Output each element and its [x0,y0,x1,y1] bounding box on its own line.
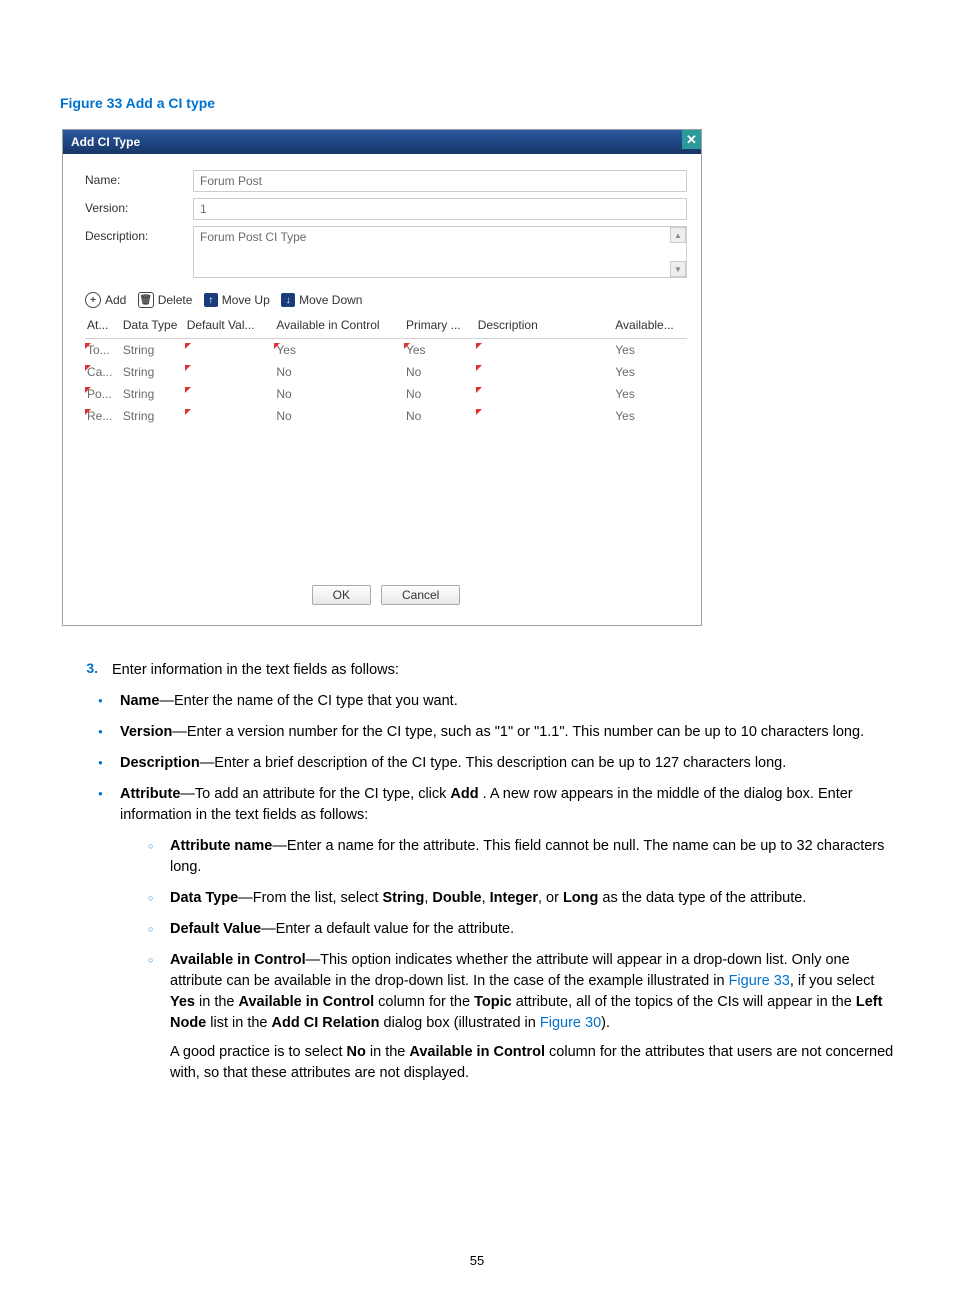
step-text: Enter information in the text fields as … [112,660,894,681]
attribute-toolbar: + Add 🗑 Delete ↑ Move Up ↓ Move Down [85,292,687,308]
description-value: Forum Post CI Type [200,230,306,244]
grid-header: At... Data Type Default Val... Available… [85,312,687,339]
cell[interactable] [185,343,275,357]
add-button[interactable]: Add [105,293,126,307]
col-attname[interactable]: At... [85,318,121,332]
scroll-up-icon[interactable]: ▲ [670,227,686,243]
cell[interactable] [476,343,614,357]
cell[interactable]: Yes [613,409,687,423]
movedown-icon[interactable]: ↓ [281,293,295,307]
bullet-description: Description—Enter a brief description of… [98,753,894,774]
sub-defaultvalue: Default Value—Enter a default value for … [148,919,894,940]
cell[interactable]: Yes [274,343,404,357]
cell[interactable] [185,365,275,379]
moveup-button[interactable]: Move Up [222,293,270,307]
figure-caption: Figure 33 Add a CI type [60,95,894,111]
figure-33-link[interactable]: Figure 33 [729,973,790,989]
ok-button[interactable]: OK [312,585,371,605]
name-label: Name: [85,170,193,187]
cell[interactable]: No [404,365,476,379]
cell[interactable] [185,409,275,423]
cell[interactable]: To... [85,343,121,357]
cell[interactable]: Yes [613,387,687,401]
col-avail-control[interactable]: Available in Control [274,318,404,332]
description-label: Description: [85,226,193,243]
bullet-name: Name—Enter the name of the CI type that … [98,691,894,712]
table-row[interactable]: Ca... String No No Yes [85,361,687,383]
cancel-button[interactable]: Cancel [381,585,460,605]
step-number: 3. [60,660,112,681]
col-primary[interactable]: Primary ... [404,318,476,332]
delete-icon[interactable]: 🗑 [138,292,154,308]
version-label: Version: [85,198,193,215]
close-icon[interactable]: ✕ [682,130,701,149]
col-available[interactable]: Available... [613,318,687,332]
cell[interactable] [476,387,614,401]
moveup-icon[interactable]: ↑ [204,293,218,307]
cell[interactable]: String [121,387,185,401]
cell[interactable]: Yes [613,343,687,357]
movedown-button[interactable]: Move Down [299,293,362,307]
cell[interactable]: Yes [613,365,687,379]
bullet-attribute: Attribute—To add an attribute for the CI… [98,784,894,1084]
cell[interactable]: Re... [85,409,121,423]
cell[interactable]: String [121,343,185,357]
cell[interactable] [185,387,275,401]
add-ci-type-dialog: Add CI Type ✕ Name: Forum Post Version: … [62,129,702,626]
sub-datatype: Data Type—From the list, select String, … [148,888,894,909]
cell[interactable]: Ca... [85,365,121,379]
cell[interactable]: No [404,409,476,423]
grid-body: To... String Yes Yes Yes Ca... String No… [85,339,687,579]
sub-avail-control: Available in Control—This option indicat… [148,950,894,1084]
cell[interactable]: String [121,365,185,379]
cell[interactable] [476,409,614,423]
page-number: 55 [0,1253,954,1268]
cell[interactable] [476,365,614,379]
dialog-titlebar: Add CI Type ✕ [63,130,701,154]
cell[interactable]: String [121,409,185,423]
col-defaultval[interactable]: Default Val... [185,318,275,332]
bullet-version: Version—Enter a version number for the C… [98,722,894,743]
sub-attname: Attribute name—Enter a name for the attr… [148,836,894,878]
cell[interactable]: No [274,409,404,423]
add-icon[interactable]: + [85,292,101,308]
name-input[interactable]: Forum Post [193,170,687,192]
table-row[interactable]: Po... String No No Yes [85,383,687,405]
figure-30-link[interactable]: Figure 30 [540,1015,601,1031]
cell[interactable]: Po... [85,387,121,401]
table-row[interactable]: Re... String No No Yes [85,405,687,427]
scroll-down-icon[interactable]: ▼ [670,261,686,277]
version-input[interactable]: 1 [193,198,687,220]
cell[interactable]: No [404,387,476,401]
description-textarea[interactable]: Forum Post CI Type ▲ ▼ [193,226,687,278]
cell[interactable]: Yes [404,343,476,357]
col-description[interactable]: Description [476,318,614,332]
cell[interactable]: No [274,387,404,401]
delete-button[interactable]: Delete [158,293,193,307]
table-row[interactable]: To... String Yes Yes Yes [85,339,687,361]
dialog-title: Add CI Type [71,135,140,149]
col-datatype[interactable]: Data Type [121,318,185,332]
cell[interactable]: No [274,365,404,379]
